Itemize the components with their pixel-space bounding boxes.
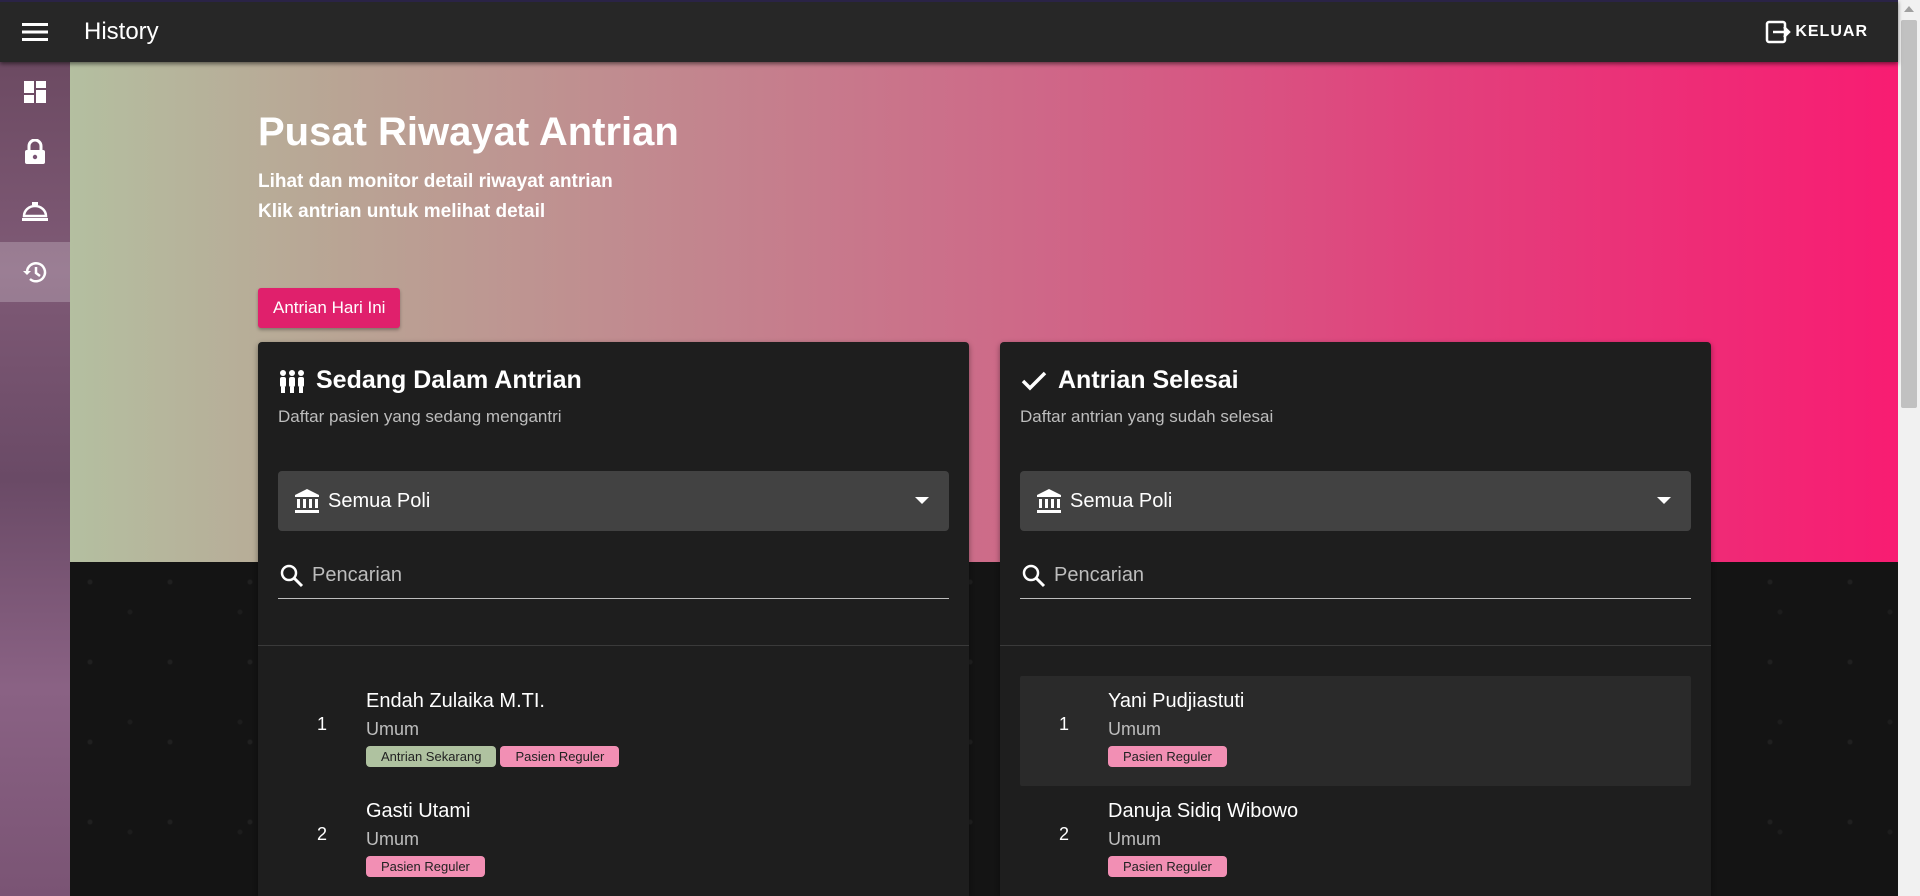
sidebar-item-history[interactable] <box>0 242 70 302</box>
search-input[interactable] <box>1054 564 1654 587</box>
search-icon <box>1022 564 1046 587</box>
card-title-text: Sedang Dalam Antrian <box>316 366 582 394</box>
page-title: History <box>84 18 159 45</box>
hero-subtitle: Lihat dan monitor detail riwayat antrian… <box>258 167 679 227</box>
hero-text: Pusat Riwayat Antrian Lihat dan monitor … <box>258 110 679 227</box>
patient-name: Endah Zulaika M.TI. <box>366 690 545 712</box>
logout-button[interactable]: KELUAR <box>1765 20 1868 44</box>
list-item[interactable]: 2 Gasti Utami Umum Pasien Reguler <box>278 786 949 896</box>
patient-name: Danuja Sidiq Wibowo <box>1108 800 1299 822</box>
institution-icon <box>1037 489 1061 513</box>
patient-department: Umum <box>366 829 419 849</box>
card-subtitle: Daftar antrian yang sudah selesai <box>1020 407 1274 426</box>
queue-number: 2 <box>1058 824 1069 844</box>
lock-icon <box>25 139 45 164</box>
check-icon <box>1021 371 1047 390</box>
people-queue-icon <box>280 369 304 393</box>
status-badge: Antrian Sekarang <box>366 746 497 767</box>
search-field <box>278 553 949 599</box>
sidebar-item-service[interactable] <box>0 182 70 242</box>
chevron-down-icon <box>915 497 929 504</box>
queue-number: 1 <box>1058 714 1069 734</box>
menu-button[interactable] <box>0 2 70 62</box>
poli-select-value: Semua Poli <box>328 489 431 512</box>
patient-name: Gasti Utami <box>366 800 471 822</box>
dashboard-icon <box>24 81 46 103</box>
queue-finished-card: Antrian Selesai Daftar antrian yang suda… <box>1000 342 1711 896</box>
sidebar-item-lock[interactable] <box>0 122 70 182</box>
poli-select-value: Semua Poli <box>1070 489 1173 512</box>
card-subtitle: Daftar pasien yang sedang mengantri <box>278 407 562 426</box>
queue-in-progress-card: Sedang Dalam Antrian Daftar pasien yang … <box>258 342 969 896</box>
hero-line-2: Klik antrian untuk melihat detail <box>258 201 546 222</box>
sidebar <box>0 62 70 896</box>
search-input[interactable] <box>312 564 912 587</box>
patient-name: Yani Pudjiastuti <box>1108 690 1245 712</box>
scrollbar[interactable] <box>1898 0 1920 896</box>
menu-icon <box>22 23 48 41</box>
list-item[interactable]: 1 Yani Pudjiastuti Umum Pasien Reguler <box>1020 676 1691 786</box>
list-item[interactable]: 2 Danuja Sidiq Wibowo Umum Pasien Regule… <box>1020 786 1691 896</box>
patient-type-badge: Pasien Reguler <box>500 746 620 767</box>
patient-department: Umum <box>1108 829 1161 849</box>
queue-number: 1 <box>316 714 327 734</box>
card-title-text: Antrian Selesai <box>1058 366 1239 394</box>
patient-type-badge: Pasien Reguler <box>366 856 485 877</box>
poli-select[interactable]: Semua Poli <box>278 471 949 531</box>
search-field <box>1020 553 1691 599</box>
poli-select[interactable]: Semua Poli <box>1020 471 1691 531</box>
today-queue-button[interactable]: Antrian Hari Ini <box>258 288 401 328</box>
hero-line-1: Lihat dan monitor detail riwayat antrian <box>258 171 613 192</box>
patient-department: Umum <box>1108 719 1161 739</box>
history-icon <box>23 262 47 283</box>
queue-number: 2 <box>316 824 327 844</box>
logout-icon <box>1766 20 1792 44</box>
queue-list: 1 Endah Zulaika M.TI. Umum Antrian Sekar… <box>258 646 969 896</box>
card-title: Sedang Dalam Antrian <box>278 366 949 395</box>
patient-type-badge: Pasien Reguler <box>1108 746 1227 767</box>
chevron-down-icon <box>1657 497 1671 504</box>
sidebar-item-dashboard[interactable] <box>0 62 70 122</box>
arrow-up-icon <box>1904 6 1914 12</box>
finished-list: 1 Yani Pudjiastuti Umum Pasien Reguler 2… <box>1000 646 1711 896</box>
service-bell-icon <box>22 202 48 221</box>
institution-icon <box>295 489 319 513</box>
scroll-thumb[interactable] <box>1901 20 1917 408</box>
patient-department: Umum <box>366 719 419 739</box>
card-title: Antrian Selesai <box>1020 366 1691 395</box>
logout-label: KELUAR <box>1795 23 1868 40</box>
scroll-up-button[interactable] <box>1898 0 1920 18</box>
hero-title: Pusat Riwayat Antrian <box>258 110 679 154</box>
list-item[interactable]: 1 Endah Zulaika M.TI. Umum Antrian Sekar… <box>278 676 949 786</box>
app-bar: History KELUAR <box>0 0 1898 62</box>
patient-type-badge: Pasien Reguler <box>1108 856 1227 877</box>
search-icon <box>280 564 304 587</box>
